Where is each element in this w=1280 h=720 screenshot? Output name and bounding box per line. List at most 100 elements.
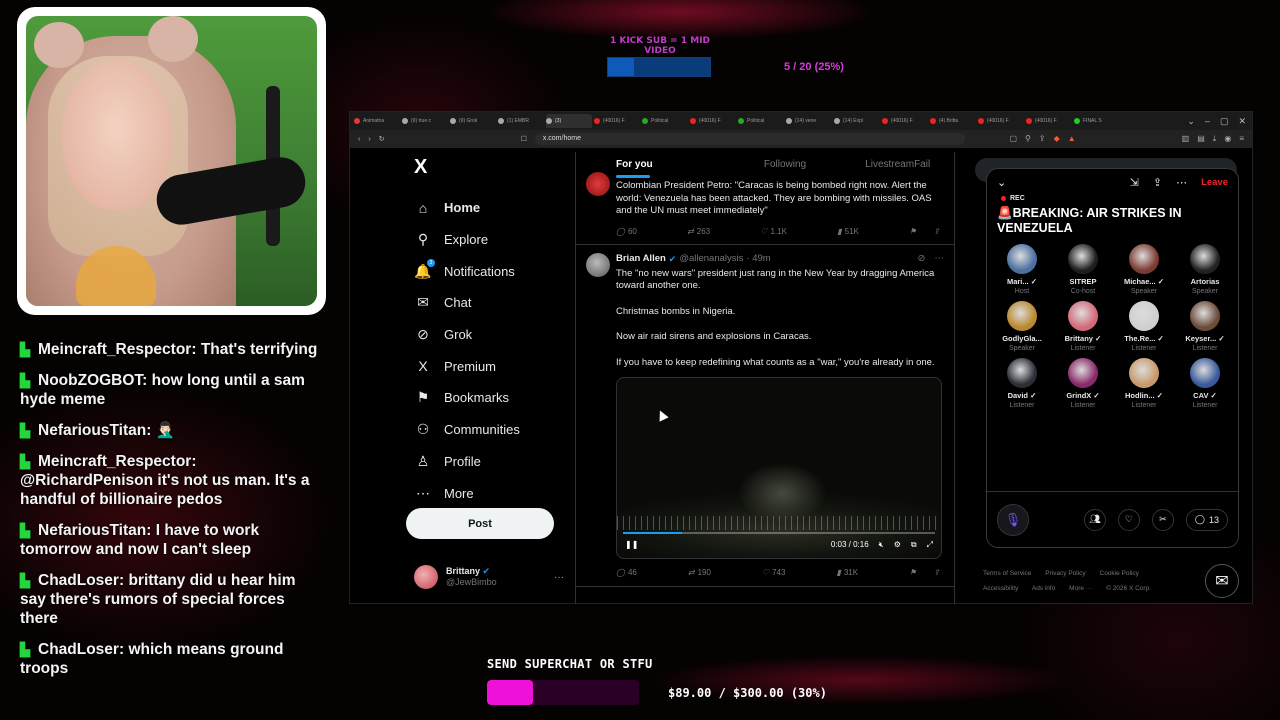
- messages-button[interactable]: ✉: [1205, 564, 1239, 598]
- sidebar-item-home[interactable]: ⌂ Home: [406, 192, 566, 224]
- sidebar-item-bookmarks[interactable]: ⚑ Bookmarks: [406, 382, 566, 414]
- leave-button[interactable]: Leave: [1201, 177, 1228, 188]
- sidebar-item-more[interactable]: ⋯ More: [406, 477, 566, 509]
- repost-button[interactable]: ⇄ 190: [688, 567, 711, 580]
- browser-tab[interactable]: (1) EMBR: [498, 114, 544, 128]
- sidebar-item-premium[interactable]: X Premium: [406, 350, 566, 382]
- tab-livestreamfail[interactable]: LivestreamFail: [841, 152, 954, 178]
- settings-icon[interactable]: ⚙: [894, 539, 901, 552]
- footer-link[interactable]: More ···: [1069, 585, 1092, 592]
- browser-tab[interactable]: (3): [546, 114, 592, 128]
- close-icon[interactable]: ✕: [1238, 116, 1246, 127]
- participant[interactable]: GrindX ✓ Listener: [1053, 358, 1113, 409]
- participant[interactable]: Hodlin... ✓ Listener: [1114, 358, 1174, 409]
- more-icon[interactable]: ⋯: [1176, 176, 1187, 189]
- sidebar-item-notifications[interactable]: 🔔 3 Notifications: [406, 255, 566, 287]
- footer-link[interactable]: Privacy Policy: [1045, 570, 1085, 577]
- browser-tab[interactable]: (9) true c: [402, 114, 448, 128]
- participant[interactable]: David ✓ Listener: [992, 358, 1052, 409]
- views-button[interactable]: ▮ 51K: [837, 226, 859, 239]
- brave-rewards-icon[interactable]: ▲: [1068, 134, 1076, 144]
- share-icon[interactable]: ⇪: [1153, 176, 1162, 189]
- browser-tab[interactable]: Animatria: [354, 114, 400, 128]
- brave-shield-icon[interactable]: ◆: [1054, 134, 1060, 144]
- share-icon[interactable]: ⇪: [1039, 134, 1046, 144]
- mute-icon[interactable]: 🔇︎: [879, 539, 884, 552]
- browser-tab[interactable]: (4) Britta: [930, 114, 976, 128]
- browser-tab[interactable]: Political: [738, 114, 784, 128]
- react-button[interactable]: ♡: [1117, 508, 1140, 531]
- sidebar-icon[interactable]: ▥: [1182, 134, 1190, 144]
- url-input[interactable]: x.com/home: [534, 133, 965, 145]
- tab-list-icon[interactable]: ⌄: [1187, 116, 1195, 127]
- views-button[interactable]: ▮ 31K: [836, 567, 858, 580]
- chevron-down-icon[interactable]: ⌄: [997, 176, 1006, 189]
- pip-icon[interactable]: ⧉: [911, 539, 917, 552]
- extension-icon[interactable]: ▢: [1009, 134, 1017, 144]
- browser-tab[interactable]: (40016) F: [690, 114, 736, 128]
- reply-button[interactable]: ◯ 60: [616, 226, 637, 239]
- footer-link[interactable]: Terms of Service: [983, 570, 1031, 577]
- participant[interactable]: The.Re... ✓ Listener: [1114, 301, 1174, 352]
- browser-tab[interactable]: (40016) F: [594, 114, 640, 128]
- repost-button[interactable]: ⇄ 263: [687, 226, 710, 239]
- tweet-video[interactable]: ❚❚ 0:03 / 0:16 🔇︎ ⚙ ⧉ ⤢: [616, 377, 942, 559]
- forward-icon[interactable]: ›: [368, 136, 370, 143]
- sidebar-item-profile[interactable]: ♙ Profile: [406, 446, 566, 478]
- tweet[interactable]: Colombian President Petro: "Caracas is b…: [576, 172, 954, 245]
- profile-icon[interactable]: ◉: [1224, 134, 1231, 144]
- participant[interactable]: CAV ✓ Listener: [1175, 358, 1235, 409]
- tweet-time[interactable]: · 49m: [746, 253, 770, 266]
- footer-link[interactable]: Ads info: [1032, 585, 1056, 592]
- sidebar-item-communities[interactable]: ⚇ Communities: [406, 414, 566, 446]
- participant[interactable]: Keyser... ✓ Listener: [1175, 301, 1235, 352]
- pause-icon[interactable]: ❚❚: [625, 539, 638, 552]
- downloads-icon[interactable]: ⤓: [1213, 134, 1217, 144]
- participant[interactable]: SITREP Co-host: [1053, 244, 1113, 295]
- bookmark-button[interactable]: ⚑ ⇪: [909, 226, 940, 239]
- sidebar-item-grok[interactable]: ⊘ Grok: [406, 319, 566, 351]
- reload-icon[interactable]: ↻: [379, 135, 385, 143]
- tab-following[interactable]: Following: [729, 152, 842, 178]
- wallet-icon[interactable]: ▤: [1197, 134, 1205, 144]
- more-icon[interactable]: ···: [554, 572, 564, 583]
- author-name[interactable]: Brian Allen: [616, 253, 666, 266]
- zoom-icon[interactable]: ⚲: [1025, 134, 1031, 144]
- comments-button[interactable]: ◯ 13: [1185, 508, 1228, 531]
- fullscreen-icon[interactable]: ⤢: [927, 539, 933, 552]
- browser-tab[interactable]: (9) Grok: [450, 114, 496, 128]
- minimize-icon[interactable]: –: [1205, 116, 1210, 127]
- account-switcher[interactable]: Brittany ✔ @JewBimbo ···: [414, 562, 564, 592]
- browser-tab[interactable]: (14) Expl: [834, 114, 880, 128]
- maximize-icon[interactable]: ▢: [1220, 116, 1229, 127]
- browser-tab[interactable]: (40016) F: [978, 114, 1024, 128]
- participant[interactable]: Brittany ✓ Listener: [1053, 301, 1113, 352]
- grok-icon[interactable]: ⊘: [918, 253, 926, 266]
- clip-button[interactable]: ✂: [1151, 508, 1174, 531]
- minimize-icon[interactable]: ⇲: [1130, 176, 1139, 189]
- bookmark-button[interactable]: ⚑ ⇪: [909, 567, 940, 580]
- menu-icon[interactable]: ≡: [1239, 134, 1244, 144]
- participant[interactable]: GodlyGla... Speaker: [992, 301, 1052, 352]
- x-logo-icon[interactable]: X: [414, 156, 566, 180]
- more-icon[interactable]: ⋯: [935, 253, 945, 266]
- reply-button[interactable]: ◯ 46: [616, 567, 637, 580]
- participant[interactable]: Mari... ✓ Host: [992, 244, 1052, 295]
- post-button[interactable]: Post: [406, 508, 554, 539]
- footer-link[interactable]: Cookie Policy: [1100, 570, 1139, 577]
- back-icon[interactable]: ‹: [358, 136, 360, 143]
- browser-tab[interactable]: (14) vene: [786, 114, 832, 128]
- like-button[interactable]: ♡ 1.1K: [760, 226, 787, 239]
- participant[interactable]: Michae... ✓ Speaker: [1114, 244, 1174, 295]
- author-handle[interactable]: @allenanalysis: [679, 253, 743, 266]
- browser-tab[interactable]: (40016) F: [1026, 114, 1072, 128]
- participant[interactable]: Artorias Speaker: [1175, 244, 1235, 295]
- like-button[interactable]: ♡ 743: [762, 567, 786, 580]
- footer-link[interactable]: Accessibility: [983, 585, 1018, 592]
- tweet[interactable]: Brian Allen ✔ @allenanalysis · 49m ⊘ ⋯ T…: [576, 245, 954, 587]
- sidebar-item-chat[interactable]: ✉ Chat: [406, 287, 566, 319]
- microphone-button[interactable]: 🎙︎: [997, 503, 1029, 536]
- browser-tab[interactable]: Political: [642, 114, 688, 128]
- sidebar-item-explore[interactable]: ⚲ Explore: [406, 224, 566, 256]
- browser-tab[interactable]: FINAL S: [1074, 114, 1120, 128]
